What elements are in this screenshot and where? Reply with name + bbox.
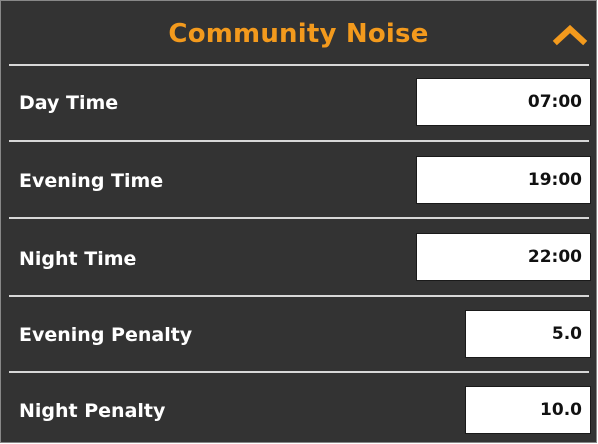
panel-header: Community Noise [1, 1, 596, 65]
chevron-up-icon [552, 24, 588, 46]
night-penalty-field[interactable]: 10.0 [465, 386, 591, 434]
day-time-label: Day Time [19, 92, 119, 114]
collapse-button[interactable] [552, 21, 588, 47]
night-time-label: Night Time [19, 248, 137, 270]
evening-penalty-field[interactable]: 5.0 [465, 310, 591, 358]
evening-time-field[interactable]: 19:00 [416, 156, 591, 204]
divider [9, 140, 589, 142]
community-noise-panel: Community Noise Day Time 07:00 Evening T… [0, 0, 597, 443]
divider [9, 371, 589, 373]
evening-penalty-label: Evening Penalty [19, 324, 193, 346]
panel-title: Community Noise [168, 19, 429, 49]
divider [9, 64, 589, 66]
divider [9, 217, 589, 219]
divider [9, 295, 589, 297]
night-penalty-label: Night Penalty [19, 400, 166, 422]
evening-time-label: Evening Time [19, 170, 164, 192]
night-time-field[interactable]: 22:00 [416, 233, 591, 281]
day-time-field[interactable]: 07:00 [416, 78, 591, 126]
